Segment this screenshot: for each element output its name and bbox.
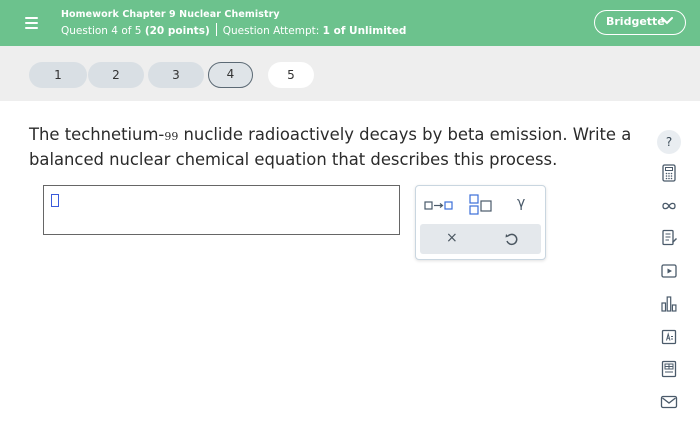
notes-icon[interactable] [659,228,679,248]
attempt-value: 1 of Unlimited [322,25,407,37]
user-menu-button[interactable]: Bridgette [594,10,686,35]
question-nav-item-3[interactable]: 3 [148,62,204,88]
question-progress: Question 4 of 5 (20 points) Question Atte… [61,23,406,37]
assignment-title: Homework Chapter 9 Nuclear Chemistry [61,9,280,20]
equation-tools-panel: γ × [415,185,546,260]
attempt-label: Question Attempt: [222,25,320,37]
input-cursor-box [51,194,59,207]
question-text: The technetium-99 nuclide radioactively … [29,123,669,171]
top-header: Homework Chapter 9 Nuclear Chemistry Que… [0,0,700,46]
question-nav: 1 2 3 4 5 [0,46,700,101]
calculator-icon[interactable] [659,163,679,183]
tools-action-bar: × [420,224,541,254]
chart-icon[interactable] [659,294,679,314]
question-points: (20 points) [144,25,210,37]
question-count: Question 4 of 5 [61,25,142,37]
question-nav-item-4[interactable]: 4 [208,62,253,88]
infinity-icon[interactable] [659,196,679,216]
reference-icon[interactable] [659,359,679,379]
menu-icon[interactable] [19,11,45,35]
reaction-arrow-icon[interactable] [424,199,454,213]
mail-icon[interactable] [659,392,679,412]
chevron-down-icon [661,17,673,25]
clear-button[interactable]: × [446,230,458,246]
periodic-table-icon[interactable] [659,327,679,347]
mass-number: 99 [164,130,179,143]
superscript-subscript-icon[interactable] [468,194,494,216]
header-divider [215,23,217,36]
question-nav-item-5[interactable]: 5 [268,62,314,88]
question-nav-item-2[interactable]: 2 [88,62,144,88]
answer-input[interactable] [43,185,400,235]
user-name: Bridgette [606,15,665,28]
gamma-symbol-button[interactable]: γ [517,195,525,211]
video-icon[interactable] [659,261,679,281]
undo-icon[interactable] [504,232,518,246]
help-button[interactable]: ? [657,130,681,154]
question-text-start: The technetium- [29,125,165,144]
question-nav-item-1[interactable]: 1 [29,62,87,88]
